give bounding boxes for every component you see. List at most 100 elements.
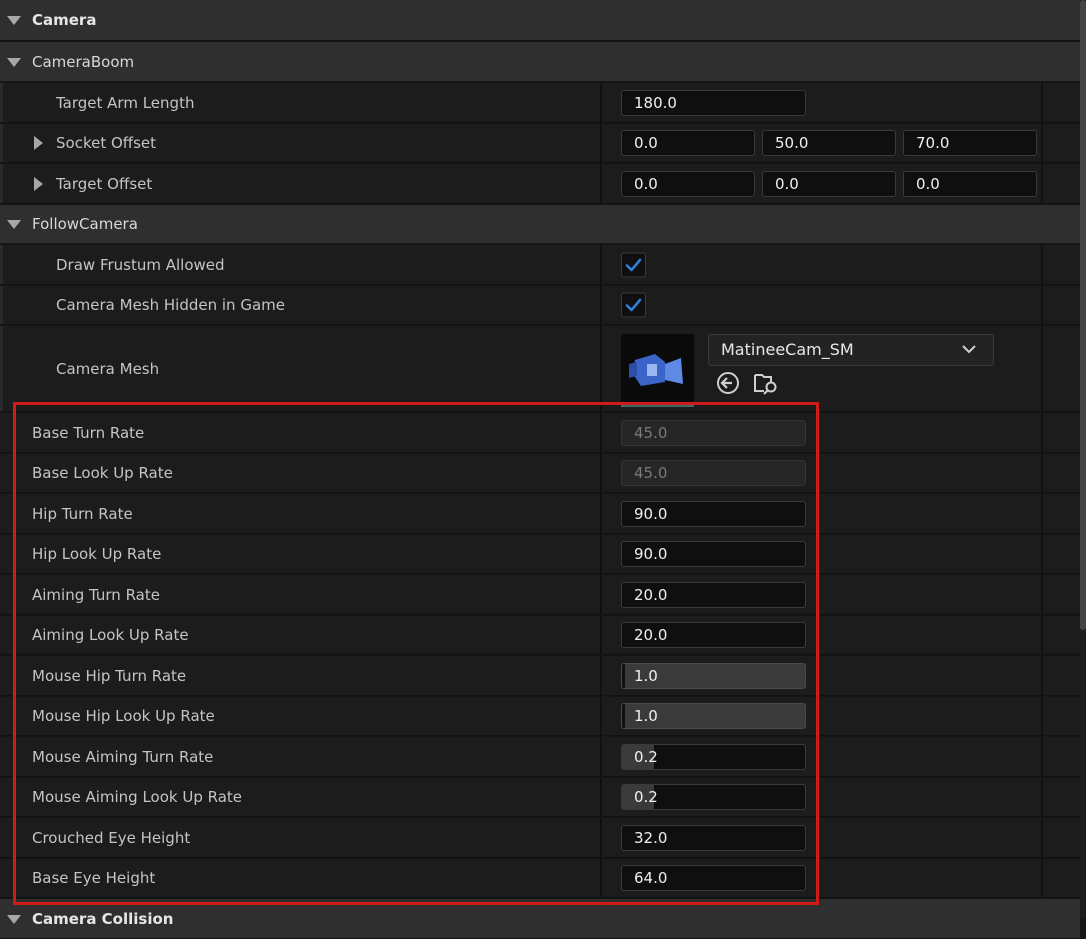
target-offset-x-input[interactable]: 0.0 <box>621 170 755 197</box>
column-splitter[interactable] <box>600 83 602 122</box>
column-splitter[interactable] <box>600 286 602 324</box>
checkmark-icon <box>625 258 642 271</box>
mesh-thumbnail[interactable] <box>621 334 694 407</box>
property-value-input[interactable]: 90.0 <box>621 500 806 527</box>
property-row: Aiming Turn Rate 20.0 <box>0 575 1080 615</box>
slider-fill <box>622 663 625 688</box>
column-splitter[interactable] <box>600 737 602 776</box>
property-value-input[interactable]: 45.0 <box>621 419 806 446</box>
socket-offset-y-input[interactable]: 50.0 <box>762 130 896 156</box>
checkmark-icon <box>625 298 642 312</box>
target-offset-y-input[interactable]: 0.0 <box>762 170 896 197</box>
column-splitter <box>1041 535 1043 573</box>
socket-offset-x-input[interactable]: 0.0 <box>621 130 755 156</box>
property-row-target-offset: Target Offset 0.0 0.0 0.0 <box>0 164 1080 204</box>
property-label: Hip Look Up Rate <box>32 545 162 563</box>
column-splitter[interactable] <box>600 326 602 411</box>
expand-arrow-icon[interactable] <box>34 136 43 150</box>
collapse-arrow-icon[interactable] <box>7 220 21 229</box>
column-splitter <box>1041 454 1043 492</box>
cameraboom-title: CameraBoom <box>32 52 135 71</box>
column-splitter[interactable] <box>600 124 602 162</box>
column-splitter[interactable] <box>600 535 602 573</box>
column-splitter[interactable] <box>600 616 602 654</box>
scrollbar[interactable] <box>1080 0 1086 918</box>
property-row: Mouse Hip Look Up Rate 1.0 <box>0 697 1080 736</box>
property-row-target-arm-length: Target Arm Length 180.0 <box>0 83 1080 123</box>
column-splitter <box>1041 164 1043 203</box>
column-splitter[interactable] <box>600 818 602 857</box>
camera-mesh-value: MatineeCam_SM <box>721 340 854 359</box>
property-label: Base Eye Height <box>32 869 156 887</box>
cameraboom-header[interactable]: CameraBoom <box>0 42 1080 82</box>
property-value-input[interactable]: 32.0 <box>621 824 806 851</box>
camera-collision-title: Camera Collision <box>32 909 174 928</box>
indent-bar <box>0 286 3 324</box>
property-value-input[interactable]: 20.0 <box>621 581 806 608</box>
property-row: Hip Turn Rate 90.0 <box>0 494 1080 534</box>
property-value: 1.0 <box>634 707 658 725</box>
property-value-input[interactable]: 20.0 <box>621 622 806 648</box>
column-splitter[interactable] <box>600 656 602 695</box>
property-label: Hip Turn Rate <box>32 504 133 523</box>
property-label: Crouched Eye Height <box>32 828 191 847</box>
property-row-mesh-hidden: Camera Mesh Hidden in Game <box>0 286 1080 325</box>
scrollbar-thumb[interactable] <box>1080 0 1086 630</box>
property-row: Mouse Hip Turn Rate 1.0 <box>0 656 1080 696</box>
property-row-draw-frustum: Draw Frustum Allowed <box>0 245 1080 285</box>
thumbnail-underline <box>621 404 694 407</box>
property-label: Camera Mesh Hidden in Game <box>56 296 285 314</box>
column-splitter[interactable] <box>600 164 602 203</box>
column-splitter <box>1041 656 1043 695</box>
collapse-arrow-icon[interactable] <box>7 16 21 25</box>
target-arm-length-input[interactable]: 180.0 <box>621 89 806 116</box>
column-splitter[interactable] <box>600 413 602 452</box>
property-value-input[interactable]: 90.0 <box>621 541 806 567</box>
mesh-hidden-checkbox[interactable] <box>621 292 646 318</box>
column-splitter[interactable] <box>600 245 602 284</box>
column-splitter <box>1041 697 1043 735</box>
property-value-input[interactable]: 1.0 <box>621 703 806 729</box>
property-value-input[interactable]: 45.0 <box>621 460 806 486</box>
socket-offset-z-input[interactable]: 70.0 <box>903 130 1037 156</box>
column-splitter[interactable] <box>600 494 602 533</box>
collapse-arrow-icon[interactable] <box>7 57 21 67</box>
property-value-input[interactable]: 0.2 <box>621 743 806 770</box>
property-value-input[interactable]: 1.0 <box>621 662 806 689</box>
property-label: Base Look Up Rate <box>32 464 173 482</box>
property-label: Base Turn Rate <box>32 423 145 442</box>
property-row-socket-offset: Socket Offset 0.0 50.0 70.0 <box>0 124 1080 163</box>
column-splitter[interactable] <box>600 697 602 735</box>
property-label: Target Offset <box>56 174 153 193</box>
column-splitter <box>1041 778 1043 816</box>
property-value: 0.2 <box>634 747 658 766</box>
property-row: Base Look Up Rate 45.0 <box>0 454 1080 493</box>
draw-frustum-checkbox[interactable] <box>621 252 646 277</box>
column-splitter[interactable] <box>600 778 602 816</box>
browse-asset-icon[interactable] <box>753 371 779 395</box>
column-splitter[interactable] <box>600 859 602 897</box>
collapse-arrow-icon[interactable] <box>7 914 21 924</box>
column-splitter <box>1041 124 1043 162</box>
property-label: Socket Offset <box>56 134 157 152</box>
camera-section-header[interactable]: Camera <box>0 0 1080 41</box>
use-selected-asset-icon[interactable] <box>716 371 740 395</box>
camera-mesh-dropdown[interactable]: MatineeCam_SM <box>708 334 994 366</box>
indent-bar <box>0 245 3 284</box>
indent-bar <box>0 326 3 411</box>
column-splitter[interactable] <box>600 454 602 492</box>
column-splitter <box>1041 413 1043 452</box>
property-value: 0.2 <box>634 788 658 806</box>
property-value-input[interactable]: 64.0 <box>621 865 806 891</box>
camera-collision-header[interactable]: Camera Collision <box>0 899 1080 939</box>
expand-arrow-icon[interactable] <box>34 176 43 191</box>
column-splitter[interactable] <box>600 575 602 614</box>
column-splitter <box>1041 83 1043 122</box>
target-offset-z-input[interactable]: 0.0 <box>903 170 1037 197</box>
property-label: Camera Mesh <box>56 359 160 378</box>
followcamera-header[interactable]: FollowCamera <box>0 205 1080 244</box>
property-label: Aiming Look Up Rate <box>32 626 189 644</box>
slider-fill <box>622 704 625 728</box>
property-row: Crouched Eye Height 32.0 <box>0 818 1080 858</box>
property-value-input[interactable]: 0.2 <box>621 784 806 810</box>
